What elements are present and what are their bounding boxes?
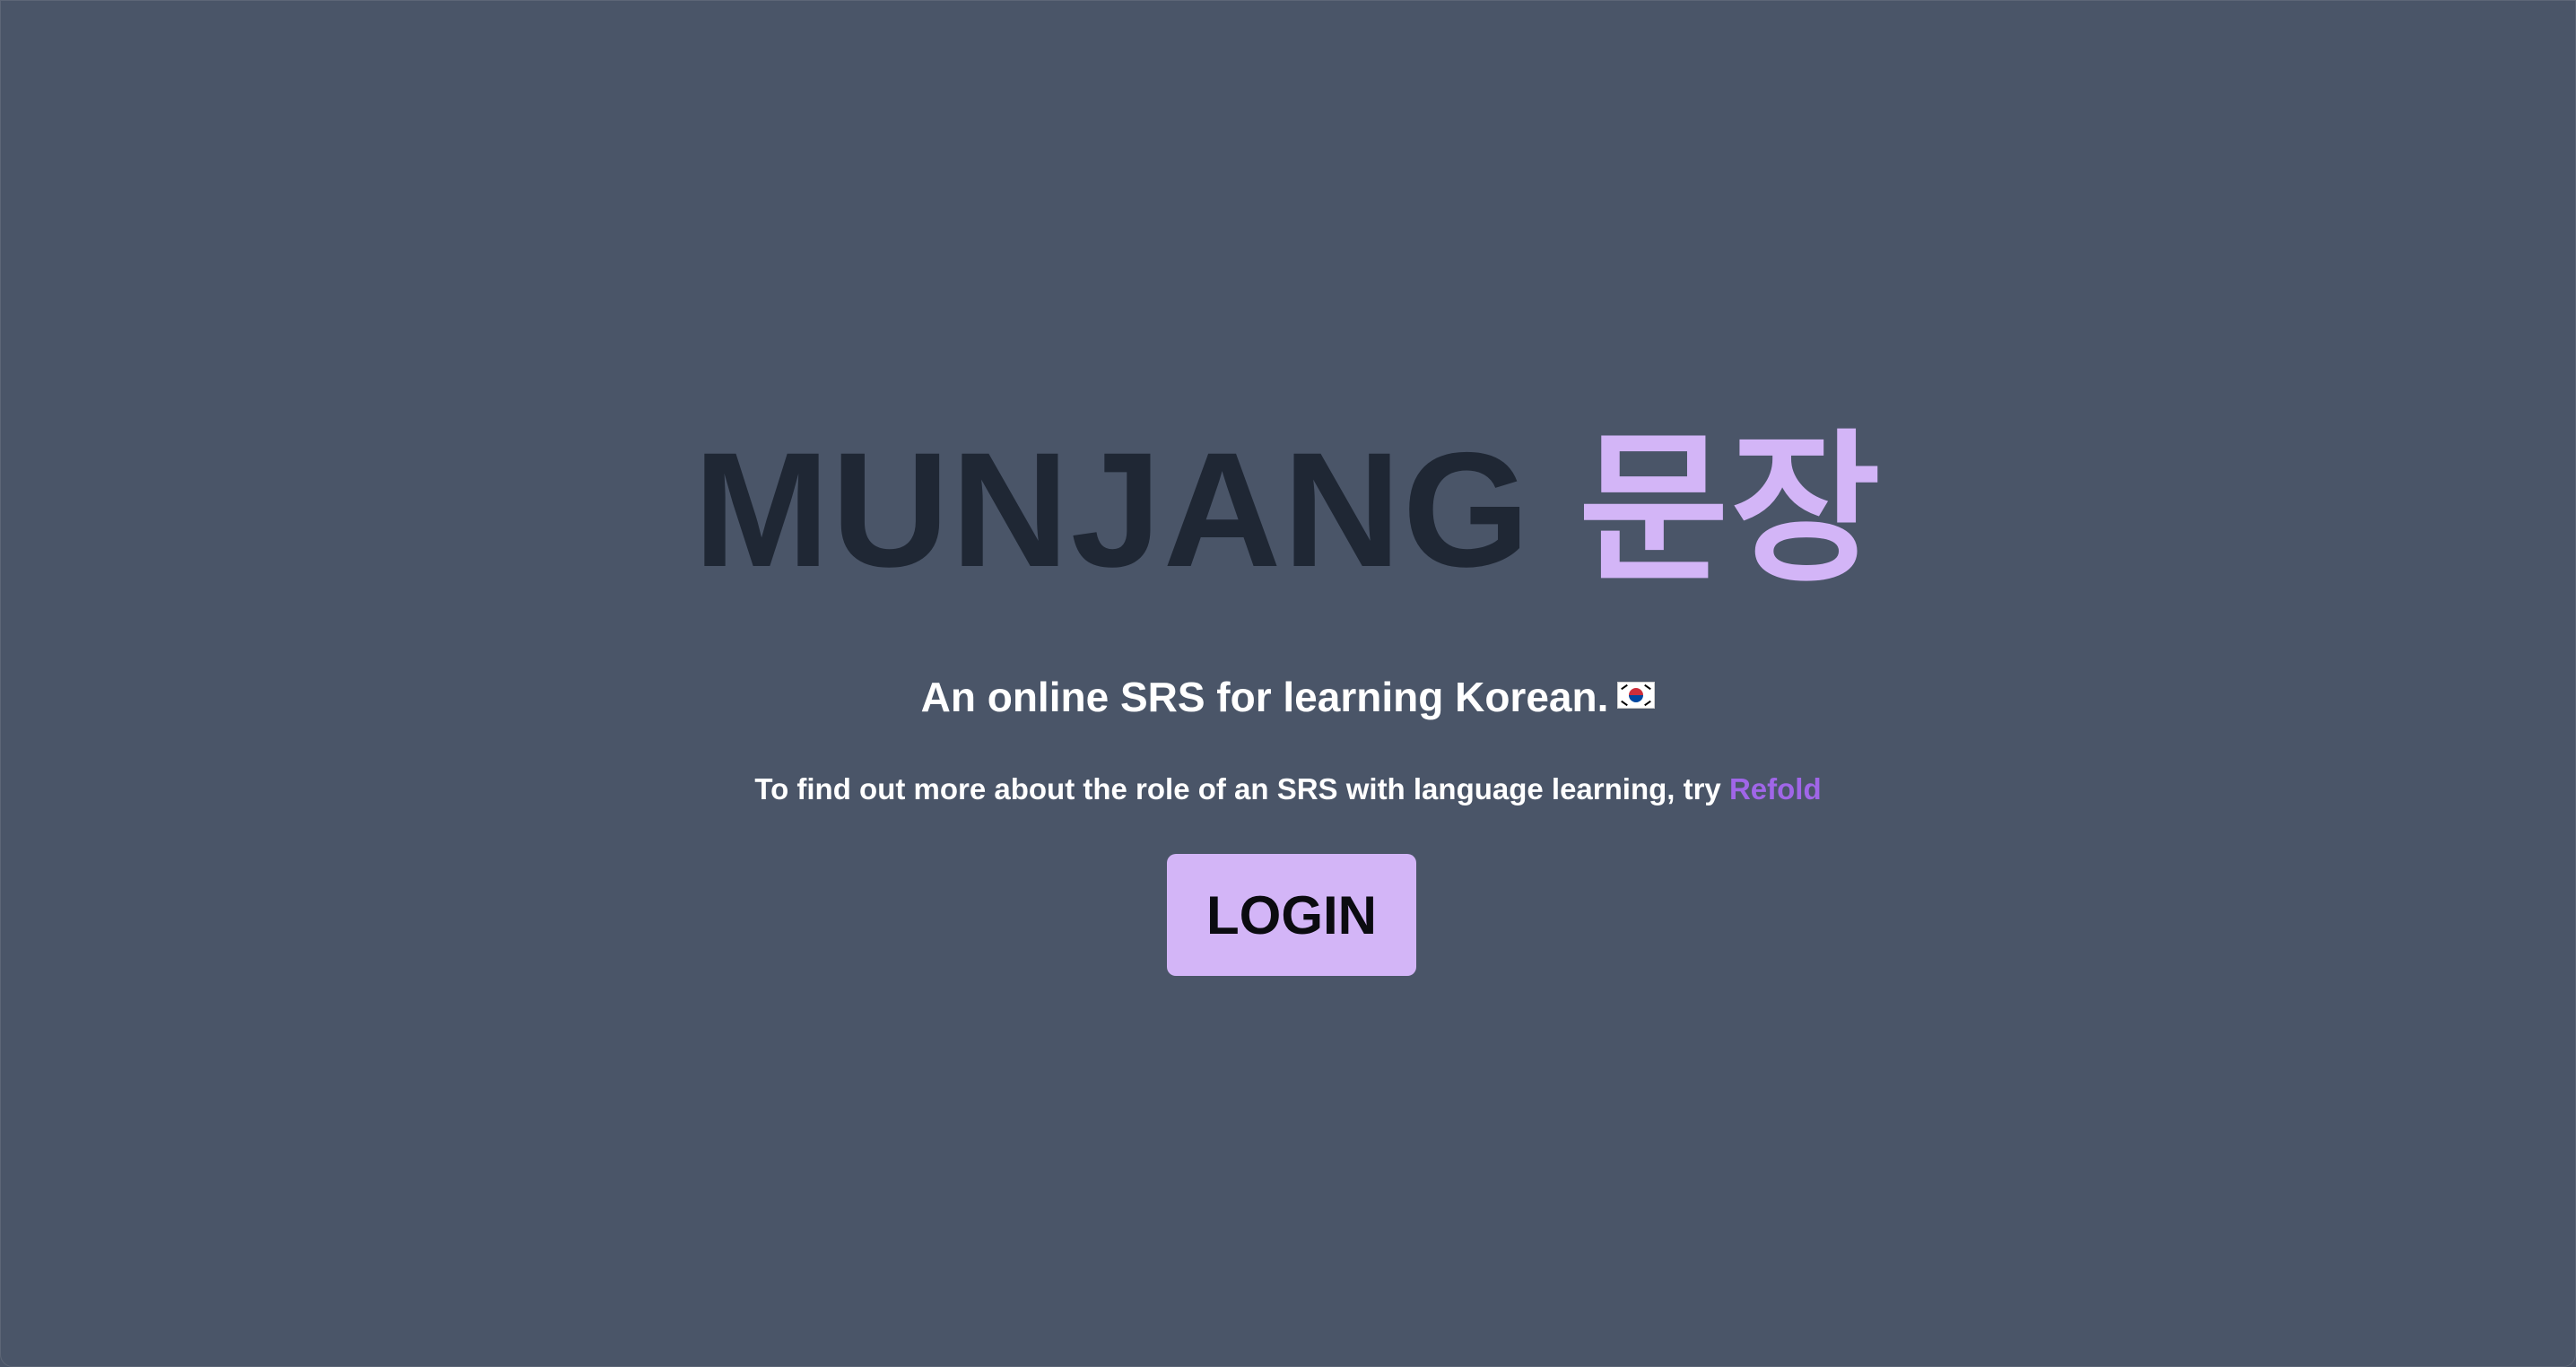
page-title: MUNJANG 문장 (0, 420, 2576, 599)
south-korea-flag-icon (1617, 681, 1656, 709)
tagline: An online SRS for learning Korean. (0, 666, 2576, 728)
info-text: To find out more about the role of an SR… (754, 772, 1729, 805)
title-latin: MUNJANG (693, 418, 1532, 601)
refold-link[interactable]: Refold (1729, 772, 1822, 805)
login-button[interactable]: LOGIN (1167, 854, 1416, 976)
info-line: To find out more about the role of an SR… (0, 768, 2576, 811)
tagline-text: An online SRS for learning Korean. (920, 674, 1609, 720)
title-hangul: 문장 (1578, 414, 1883, 605)
